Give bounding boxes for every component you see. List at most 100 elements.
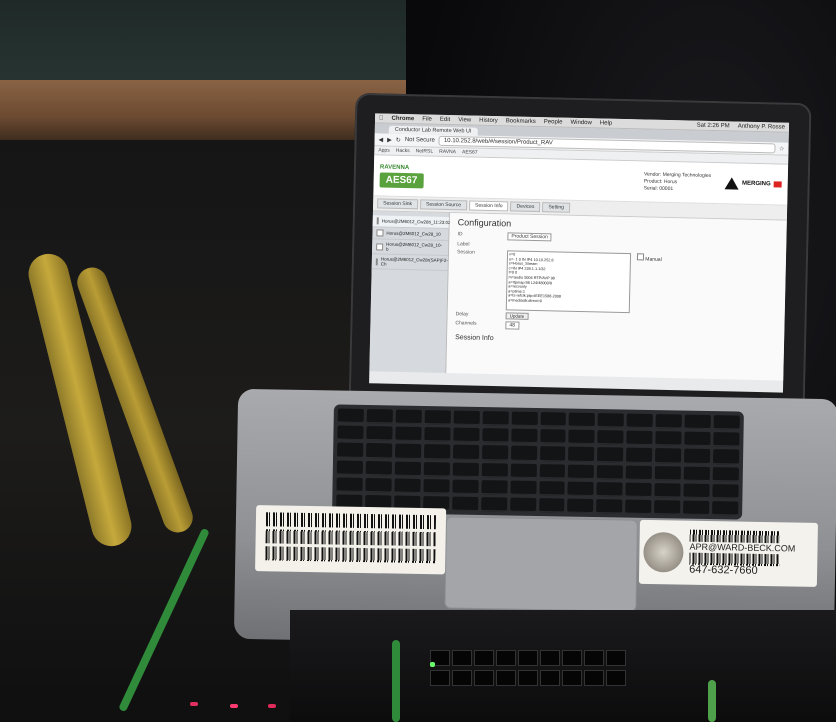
keyboard-key[interactable] xyxy=(654,465,682,481)
keyboard-key[interactable] xyxy=(510,428,538,444)
keyboard-key[interactable] xyxy=(684,431,711,447)
security-label[interactable]: Not Secure xyxy=(405,137,435,144)
reload-icon[interactable]: ↻ xyxy=(396,136,401,143)
delay-input[interactable]: 48 xyxy=(505,321,520,330)
keyboard-key[interactable] xyxy=(568,464,595,479)
keyboard-key[interactable] xyxy=(712,500,739,516)
tab-devices[interactable]: Devices xyxy=(510,201,541,213)
tab-session-source[interactable]: Session Source xyxy=(419,199,468,211)
keyboard-key[interactable] xyxy=(539,446,566,462)
keyboard-key[interactable] xyxy=(538,480,566,496)
keyboard-key[interactable] xyxy=(423,461,450,477)
keyboard-key[interactable] xyxy=(511,411,538,427)
keyboard-key[interactable] xyxy=(509,497,536,512)
keyboard-key[interactable] xyxy=(684,448,711,464)
keyboard-key[interactable] xyxy=(423,444,450,459)
keyboard-key[interactable] xyxy=(597,430,624,445)
bookmark[interactable]: RAVNA xyxy=(439,149,456,155)
update-button[interactable]: Update xyxy=(505,312,529,320)
keyboard-key[interactable] xyxy=(481,479,508,495)
menu-item[interactable]: Bookmarks xyxy=(506,118,536,125)
keyboard-key[interactable] xyxy=(365,477,392,493)
back-icon[interactable]: ◀ xyxy=(379,136,384,143)
keyboard-key[interactable] xyxy=(451,496,479,511)
list-item[interactable]: Horus@2M6012_Cw28_10-b xyxy=(371,239,449,257)
keyboard-key[interactable] xyxy=(394,478,421,493)
keyboard-key[interactable] xyxy=(337,408,364,424)
tab-session-info[interactable]: Session Info xyxy=(468,200,509,212)
keyboard-key[interactable] xyxy=(510,445,537,461)
checkbox[interactable] xyxy=(376,242,384,251)
checkbox[interactable] xyxy=(376,229,384,237)
keyboard-key[interactable] xyxy=(596,481,623,497)
keyboard-key[interactable] xyxy=(568,429,595,445)
keyboard-key[interactable] xyxy=(365,460,392,476)
tab-setting[interactable]: Setting xyxy=(542,202,571,213)
checkbox[interactable] xyxy=(375,257,378,265)
menubar-user[interactable]: Anthony P. Rosse xyxy=(738,123,785,130)
menu-item[interactable]: File xyxy=(422,116,432,122)
keyboard-key[interactable] xyxy=(625,499,652,515)
keyboard-key[interactable] xyxy=(394,461,421,476)
keyboard-key[interactable] xyxy=(510,463,537,478)
keyboard-key[interactable] xyxy=(480,496,507,512)
keyboard-key[interactable] xyxy=(567,498,594,514)
menu-item[interactable]: Help xyxy=(600,120,612,126)
keyboard-key[interactable] xyxy=(538,497,565,513)
keyboard-key[interactable] xyxy=(366,426,393,441)
keyboard-key[interactable] xyxy=(424,427,451,442)
apple-icon[interactable]:  xyxy=(379,115,384,121)
bookmark[interactable]: Apps xyxy=(378,147,390,153)
keyboard-key[interactable] xyxy=(597,464,624,480)
menu-app[interactable]: Chrome xyxy=(392,115,415,122)
keyboard-key[interactable] xyxy=(482,411,509,426)
keyboard-key[interactable] xyxy=(654,482,681,498)
keyboard-key[interactable] xyxy=(481,445,508,460)
keyboard-key[interactable] xyxy=(712,483,739,499)
menu-item[interactable]: People xyxy=(544,119,563,125)
session-select[interactable]: Product Session xyxy=(507,232,552,242)
bookmark[interactable]: Hacks xyxy=(396,148,410,154)
keyboard-key[interactable] xyxy=(539,463,566,479)
keyboard-key[interactable] xyxy=(336,477,363,492)
keyboard-key[interactable] xyxy=(452,462,479,477)
keyboard-key[interactable] xyxy=(453,410,480,426)
keyboard-key[interactable] xyxy=(569,412,596,428)
checkbox[interactable] xyxy=(376,217,379,225)
list-item[interactable]: Horus@2M6012_Cw28r(SAP)F2-Ch xyxy=(371,254,448,272)
keyboard-key[interactable] xyxy=(481,462,508,478)
forward-icon[interactable]: ▶ xyxy=(387,136,392,143)
keyboard-key[interactable] xyxy=(366,409,393,424)
menu-item[interactable]: History xyxy=(479,117,498,123)
keyboard-key[interactable] xyxy=(626,447,653,463)
keyboard-key[interactable] xyxy=(539,429,566,444)
keyboard-key[interactable] xyxy=(424,410,451,425)
keyboard-key[interactable] xyxy=(713,449,740,465)
keyboard-key[interactable] xyxy=(713,432,740,447)
keyboard-key[interactable] xyxy=(626,430,653,446)
menu-item[interactable]: View xyxy=(458,117,471,123)
keyboard-key[interactable] xyxy=(625,465,653,480)
keyboard-key[interactable] xyxy=(452,444,479,460)
keyboard-key[interactable] xyxy=(336,460,363,475)
manual-checkbox[interactable]: Manual xyxy=(636,253,662,263)
keyboard-key[interactable] xyxy=(394,443,422,459)
keyboard-key[interactable] xyxy=(712,466,739,482)
keyboard-key[interactable] xyxy=(625,482,652,497)
tab-session-sink[interactable]: Session Sink xyxy=(377,198,419,210)
keyboard-key[interactable] xyxy=(337,442,364,458)
keyboard-key[interactable] xyxy=(453,427,480,443)
keyboard-key[interactable] xyxy=(481,428,509,443)
menubar-clock[interactable]: Sat 2:26 PM xyxy=(697,122,730,129)
keyboard-key[interactable] xyxy=(365,443,393,458)
keyboard-key[interactable] xyxy=(683,466,711,481)
trackpad[interactable] xyxy=(444,516,639,612)
keyboard-key[interactable] xyxy=(540,412,567,427)
keyboard-key[interactable] xyxy=(597,447,624,463)
keyboard-key[interactable] xyxy=(626,413,654,429)
bookmark[interactable]: AES67 xyxy=(462,149,478,155)
bookmark[interactable]: NetRSL xyxy=(416,148,434,154)
keyboard-key[interactable] xyxy=(509,480,537,495)
keyboard-key[interactable] xyxy=(596,498,623,514)
keyboard-key[interactable] xyxy=(683,483,710,498)
